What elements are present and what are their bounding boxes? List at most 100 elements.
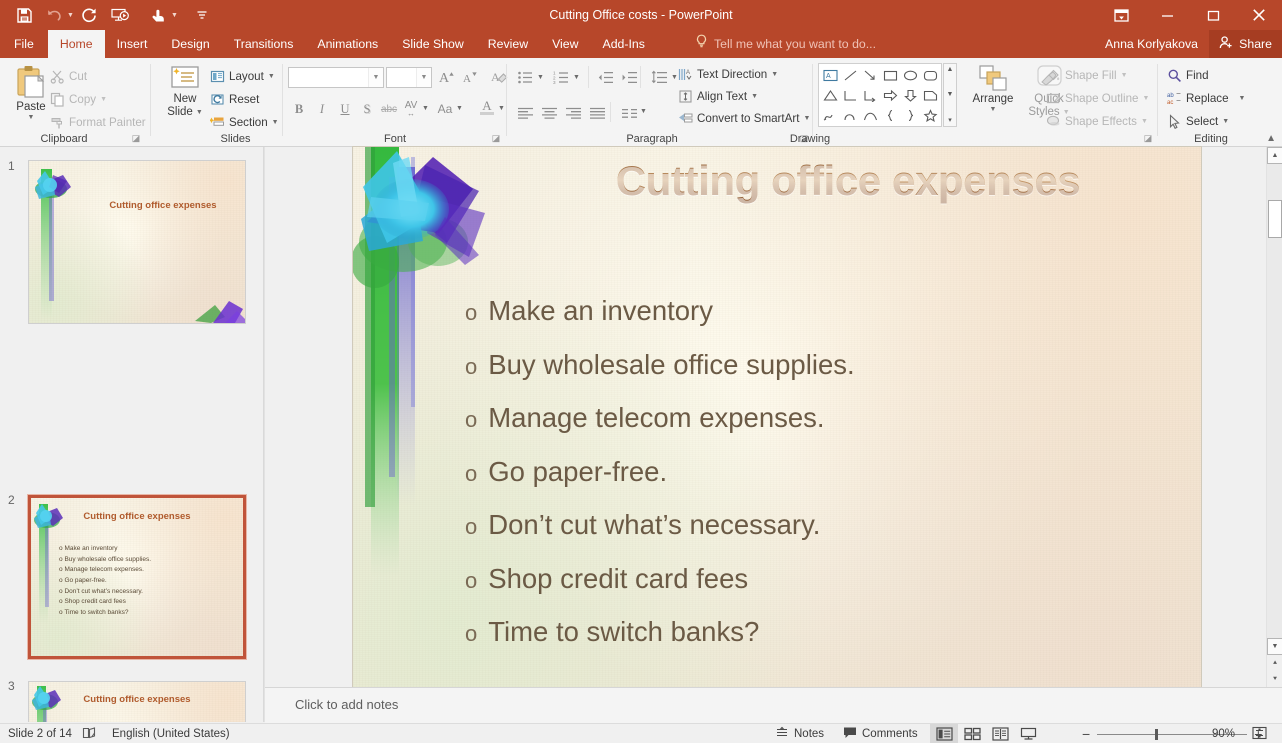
change-case-caret[interactable]: ▼ (456, 105, 463, 112)
slide-editor-scrollbar[interactable]: ▲ ▼ ⯅ ⯆ (1266, 147, 1282, 687)
italic-button[interactable]: I (311, 98, 333, 120)
numbering-caret[interactable]: ▼ (573, 74, 580, 81)
shape-right-brace[interactable] (900, 105, 920, 125)
layout-button[interactable]: Layout ▼ (210, 66, 275, 86)
section-dropdown-caret[interactable]: ▼ (272, 119, 279, 126)
shape-arrow[interactable] (860, 65, 880, 85)
increase-font-size-button[interactable]: A (436, 66, 458, 88)
shape-elbow-connector[interactable] (840, 85, 860, 105)
replace-button[interactable]: abac Replace ▼ (1167, 88, 1245, 108)
tab-review[interactable]: Review (476, 30, 540, 58)
zoom-slider[interactable]: − + (1075, 724, 1269, 743)
editor-scroll-down-button[interactable]: ▼ (1267, 638, 1282, 655)
convert-to-smartart-button[interactable]: Convert to SmartArt ▼ (678, 108, 810, 128)
arrange-button[interactable]: Arrange ▼ (964, 64, 1022, 114)
shape-line[interactable] (840, 65, 860, 85)
shape-rectangle[interactable] (880, 65, 900, 85)
text-direction-caret[interactable]: ▼ (771, 71, 778, 78)
replace-caret[interactable]: ▼ (1239, 95, 1246, 102)
shapes-gallery-scrollbar[interactable]: ▲ ▼ ▾ (943, 63, 957, 127)
shape-outline-button[interactable]: Shape Outline ▼ (1046, 88, 1149, 108)
line-spacing-button[interactable] (648, 66, 670, 88)
normal-view-button[interactable] (930, 724, 958, 743)
select-button[interactable]: Select ▼ (1167, 111, 1229, 131)
columns-caret[interactable]: ▼ (640, 108, 647, 115)
shapes-more-icon[interactable]: ▾ (948, 116, 952, 124)
font-size-caret[interactable]: ▼ (416, 68, 431, 87)
shape-scribble[interactable] (820, 105, 840, 125)
align-left-button[interactable] (514, 102, 536, 124)
tab-add-ins[interactable]: Add-Ins (591, 30, 657, 58)
tab-insert[interactable]: Insert (105, 30, 160, 58)
increase-indent-button[interactable] (618, 66, 640, 88)
bullets-button[interactable] (514, 66, 536, 88)
font-color-button[interactable]: A (476, 96, 498, 118)
shape-left-brace[interactable] (880, 105, 900, 125)
shapes-scroll-down-icon[interactable]: ▼ (947, 91, 954, 98)
tab-transitions[interactable]: Transitions (222, 30, 306, 58)
columns-button[interactable] (618, 102, 640, 124)
select-caret[interactable]: ▼ (1222, 118, 1229, 125)
shape-triangle[interactable] (820, 85, 840, 105)
shapes-scroll-up-icon[interactable]: ▲ (947, 66, 954, 73)
fit-slide-to-window-button[interactable] (1252, 724, 1267, 743)
line-spacing-caret[interactable]: ▼ (671, 74, 678, 81)
text-direction-button[interactable]: A Text Direction ▼ (678, 64, 778, 84)
share-button[interactable]: Share (1209, 30, 1282, 58)
character-spacing-button[interactable]: AV ↔ (400, 98, 422, 120)
next-slide-button[interactable]: ⯆ (1267, 671, 1282, 688)
shape-arc[interactable] (860, 105, 880, 125)
shape-rounded-rectangle[interactable] (920, 65, 940, 85)
drawing-dialog-launcher[interactable]: ◪ (1142, 132, 1154, 144)
tab-view[interactable]: View (540, 30, 590, 58)
slide-counter[interactable]: Slide 2 of 14 (8, 724, 72, 743)
shapes-gallery[interactable]: A (818, 63, 942, 127)
clipboard-dialog-launcher[interactable]: ◪ (130, 132, 142, 144)
layout-dropdown-caret[interactable]: ▼ (268, 73, 275, 80)
shape-star[interactable] (920, 105, 940, 125)
shape-fill-caret[interactable]: ▼ (1121, 72, 1128, 79)
justify-button[interactable] (586, 102, 608, 124)
new-slide-button[interactable]: New Slide ▼ (161, 64, 209, 119)
minimize-icon[interactable] (1144, 0, 1190, 30)
tell-me-search[interactable]: Tell me what you want to do... (695, 30, 876, 58)
align-center-button[interactable] (538, 102, 560, 124)
bullets-caret[interactable]: ▼ (537, 74, 544, 81)
font-size-combo[interactable]: ▼ (386, 67, 432, 88)
font-color-caret[interactable]: ▼ (498, 105, 505, 112)
notes-placeholder[interactable]: Click to add notes (295, 697, 398, 712)
restore-icon[interactable] (1190, 0, 1236, 30)
smartart-caret[interactable]: ▼ (803, 115, 810, 122)
paste-dropdown-caret[interactable]: ▼ (28, 114, 35, 122)
slide-body-placeholder[interactable]: oMake an inventory oBuy wholesale office… (465, 297, 1181, 672)
comments-toggle-button[interactable]: Comments (843, 724, 918, 743)
tab-file[interactable]: File (0, 30, 48, 58)
language-status[interactable]: English (United States) (112, 724, 230, 743)
shape-down-arrow[interactable] (900, 85, 920, 105)
font-name-caret[interactable]: ▼ (368, 68, 383, 87)
ribbon-display-options-icon[interactable] (1098, 0, 1144, 30)
strikethrough-button[interactable]: abc (378, 98, 400, 120)
align-right-button[interactable] (562, 102, 584, 124)
notes-toggle-button[interactable]: Notes (775, 724, 824, 743)
font-name-combo[interactable]: ▼ (288, 67, 384, 88)
reset-button[interactable]: Reset (210, 89, 259, 109)
shape-right-arrow[interactable] (880, 85, 900, 105)
slide-title[interactable]: Cutting office expenses (503, 157, 1193, 205)
arrange-dropdown-caret[interactable]: ▼ (990, 106, 997, 114)
align-text-button[interactable]: Align Text ▼ (678, 86, 758, 106)
shape-effects-button[interactable]: Shape Effects ▼ (1046, 111, 1148, 131)
align-text-caret[interactable]: ▼ (751, 93, 758, 100)
zoom-handle[interactable] (1155, 729, 1158, 740)
new-slide-dropdown-caret[interactable]: ▼ (196, 109, 203, 117)
copy-dropdown-caret[interactable]: ▼ (100, 96, 107, 103)
decrease-font-size-button[interactable]: A (459, 66, 481, 88)
slide-thumbnail-pane[interactable]: 1 (0, 147, 264, 722)
find-button[interactable]: Find (1167, 65, 1209, 85)
thumbnail-slide-3[interactable]: Cutting office expenses o Optimize works… (28, 681, 246, 722)
shape-effects-caret[interactable]: ▼ (1141, 118, 1148, 125)
font-dialog-launcher[interactable]: ◪ (490, 132, 502, 144)
shape-flowchart-document[interactable] (920, 85, 940, 105)
bold-button[interactable]: B (288, 98, 310, 120)
paste-button[interactable]: Paste ▼ (8, 64, 54, 122)
